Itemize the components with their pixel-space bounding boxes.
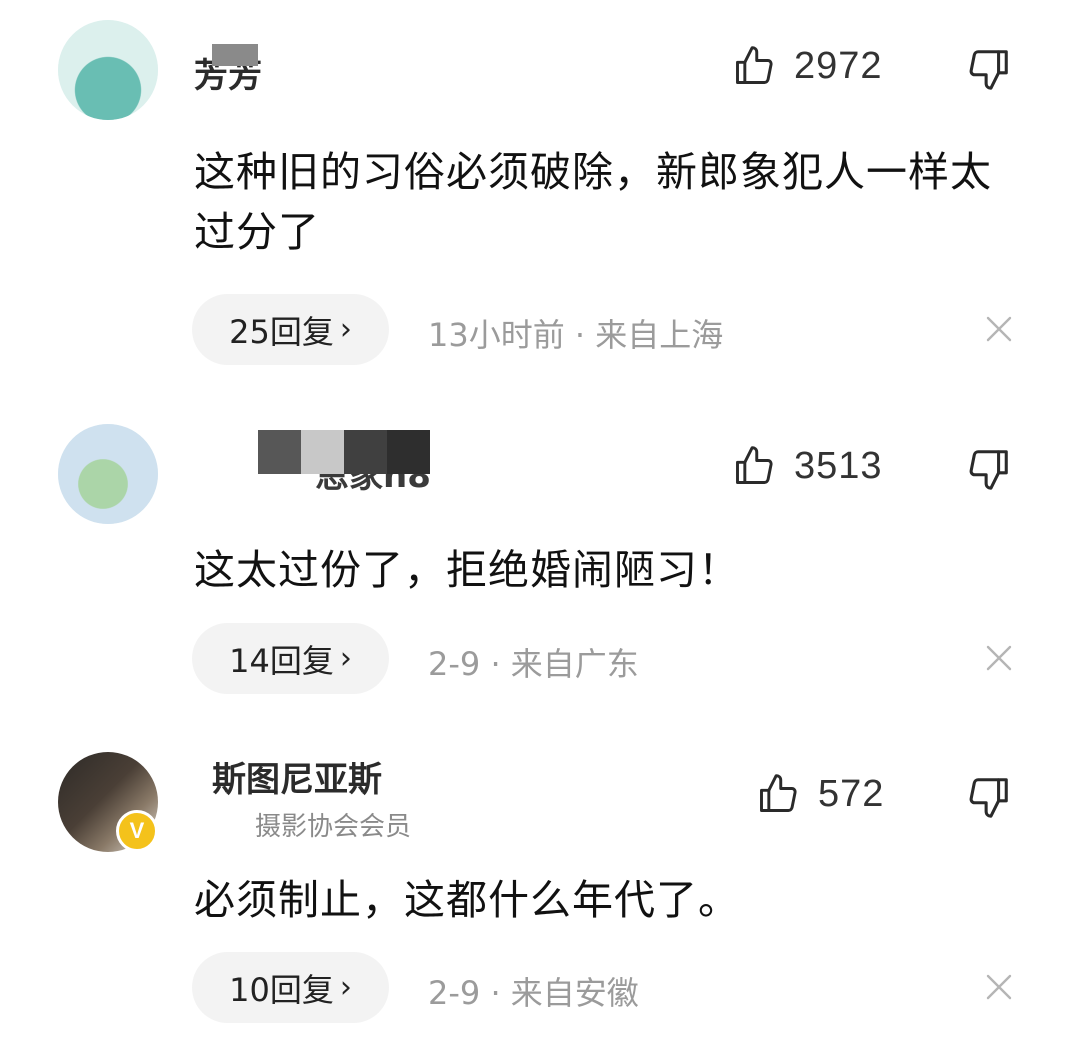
reply-count: 10回复 — [229, 970, 334, 1009]
verified-badge: V — [116, 810, 158, 852]
chevron-right-icon: › — [339, 970, 352, 1005]
close-icon[interactable] — [984, 972, 1014, 1002]
thumbs-up-icon — [756, 772, 800, 816]
comment-text: 必须制止，这都什么年代了。 — [194, 876, 740, 924]
reply-button[interactable]: 10回复 › — [192, 952, 389, 1023]
comment-meta: 2-9 · 来自安徽 — [428, 974, 639, 1012]
like-count: 572 — [818, 772, 885, 815]
comment-item: V 斯图尼亚斯 摄影协会会员 572 必须制止，这都什么年代了。 10回复 › … — [0, 0, 1080, 1046]
like-button[interactable]: 572 — [756, 772, 884, 816]
thumbs-down-icon[interactable] — [966, 774, 1012, 820]
comment-username[interactable]: 斯图尼亚斯 — [212, 752, 382, 801]
user-subtitle: 摄影协会会员 — [255, 812, 412, 842]
